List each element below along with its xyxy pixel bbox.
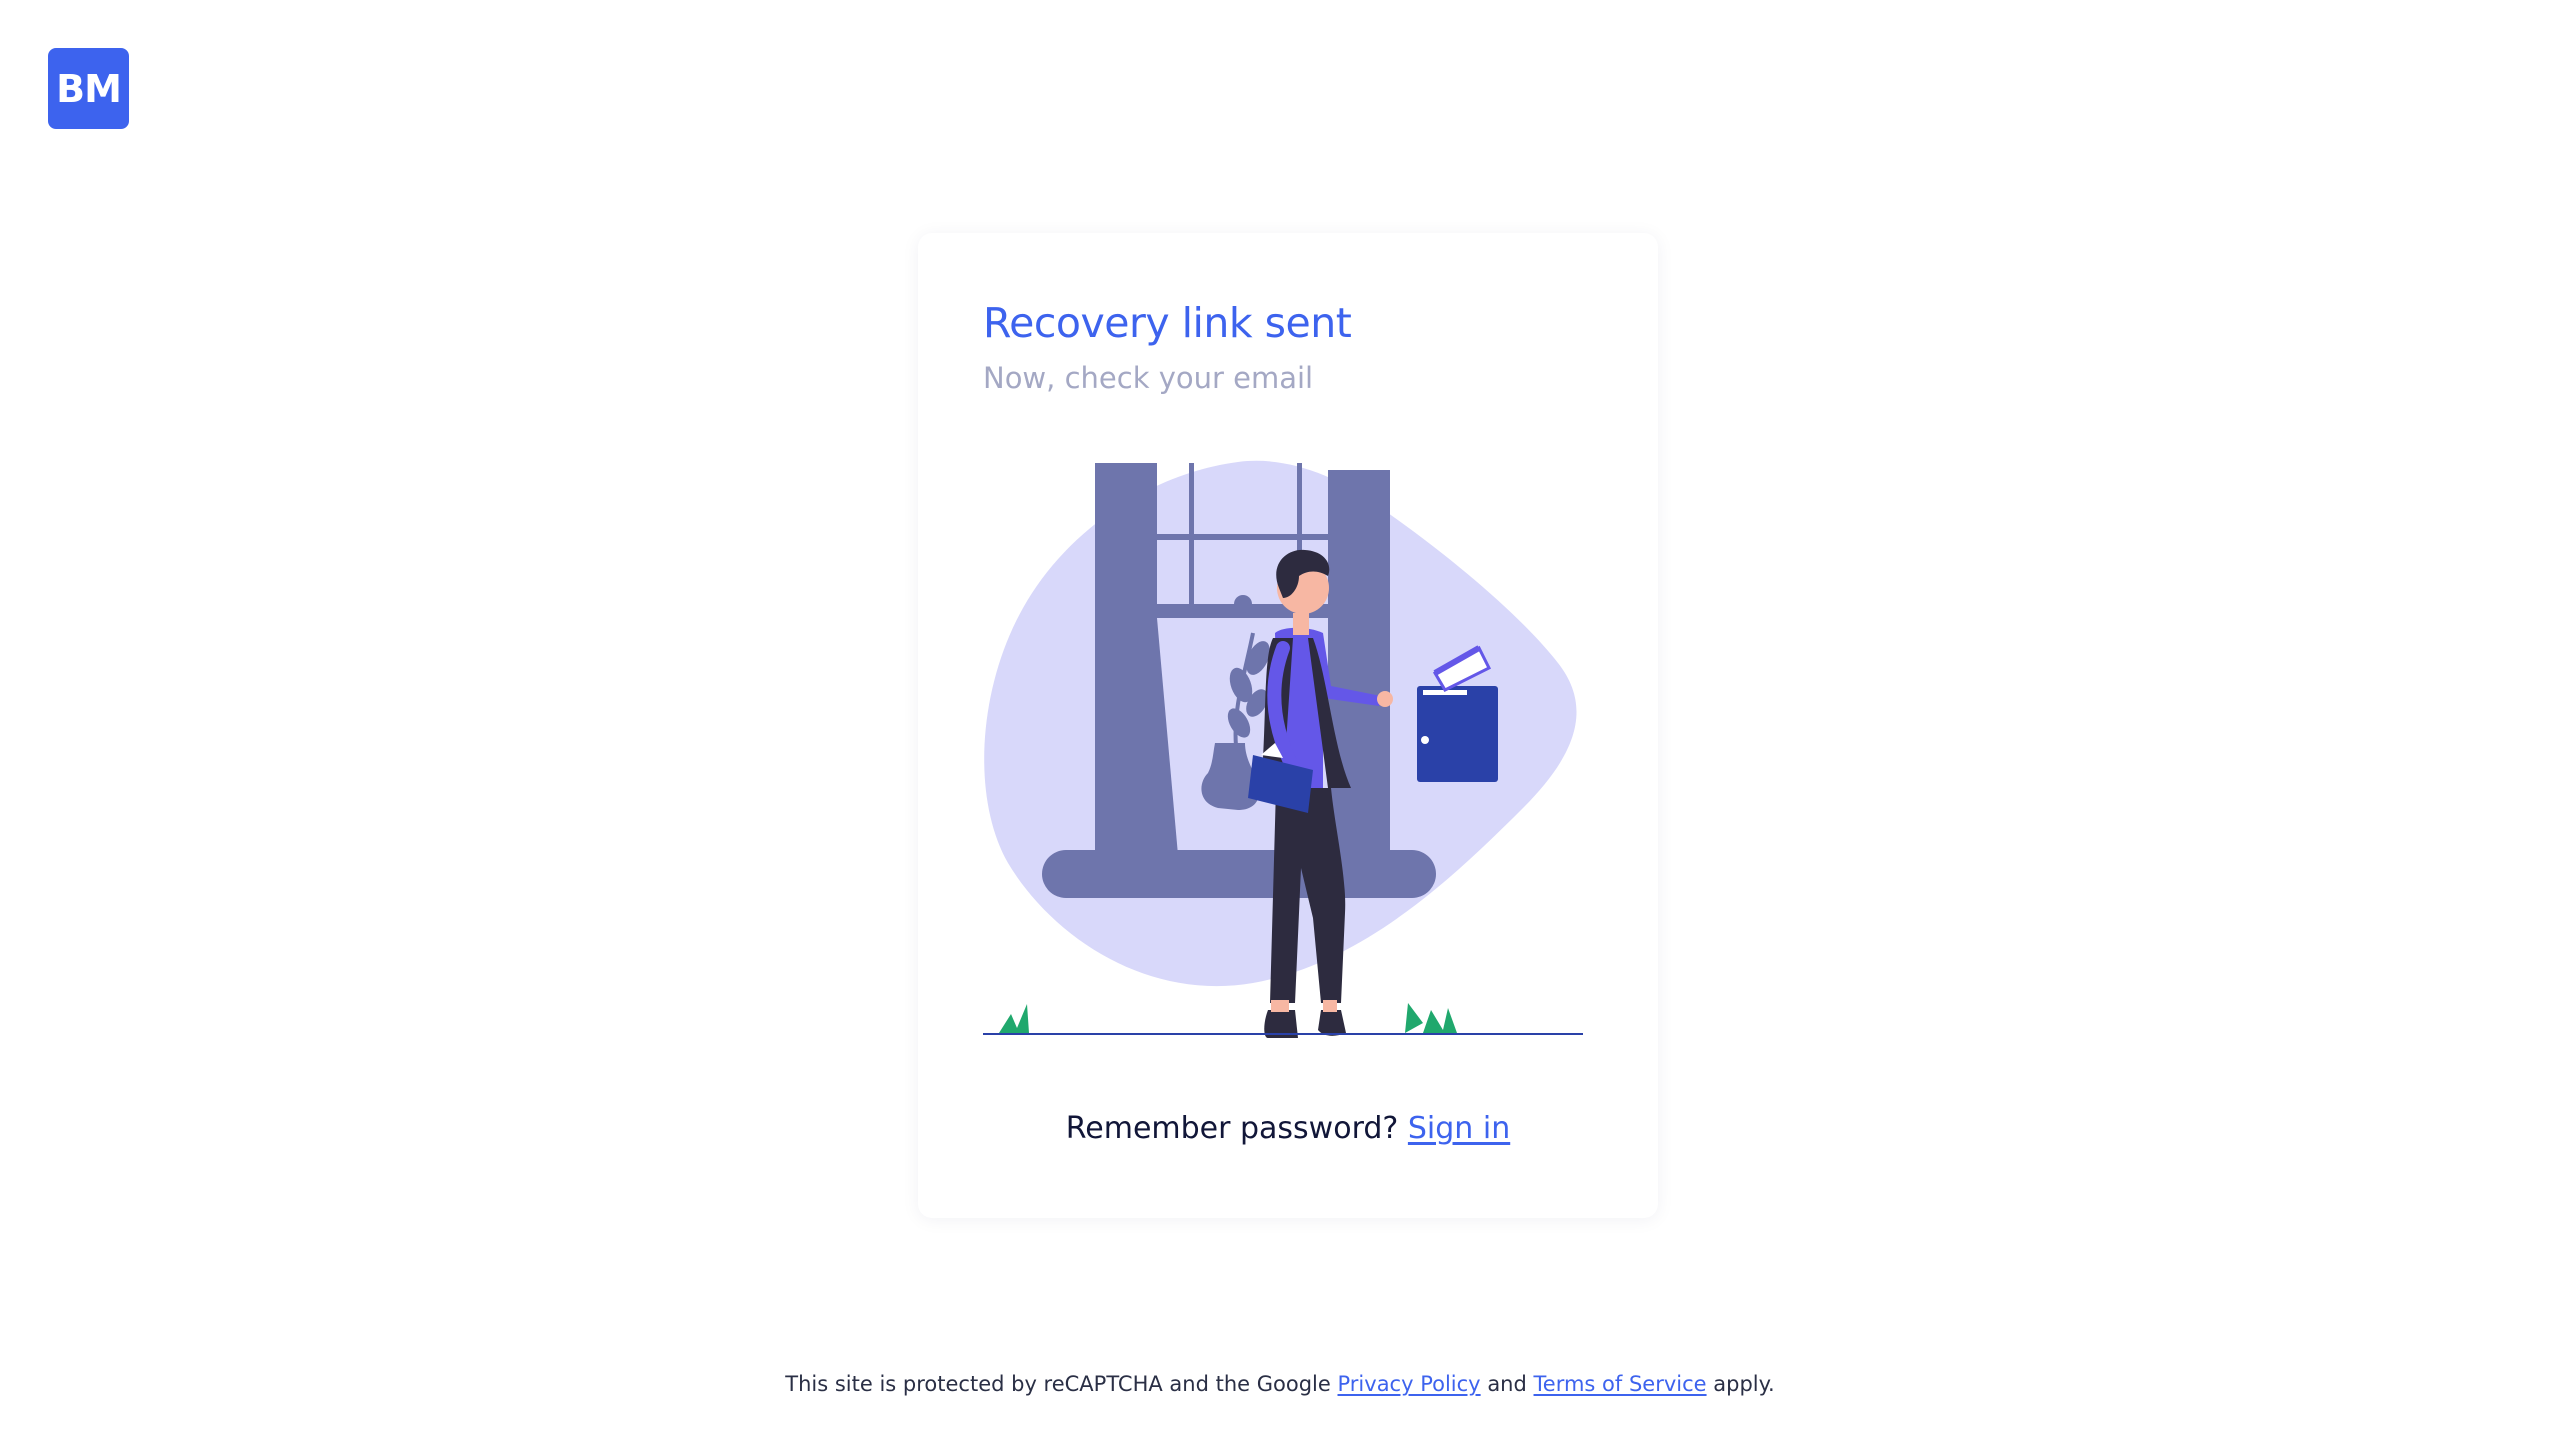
mailbox — [1417, 686, 1498, 782]
logo-text: BM — [56, 66, 122, 111]
remember-text: Remember password? — [1065, 1111, 1399, 1146]
remember-row: Remember password? Sign in — [918, 1111, 1658, 1146]
person-legs — [1270, 788, 1346, 1003]
window-grid-h — [1157, 534, 1328, 540]
card-title: Recovery link sent — [983, 299, 1352, 347]
terms-of-service-link[interactable]: Terms of Service — [1534, 1372, 1707, 1396]
page: BM Recovery link sent Now, check your em… — [0, 0, 2560, 1440]
recovery-card: Recovery link sent Now, check your email — [918, 233, 1658, 1218]
logo-link[interactable]: BM — [48, 48, 129, 129]
grass-middle — [1405, 1003, 1423, 1033]
signin-link[interactable]: Sign in — [1408, 1111, 1510, 1146]
grass-left — [999, 1004, 1029, 1033]
privacy-policy-link[interactable]: Privacy Policy — [1338, 1372, 1481, 1396]
window-frame-left — [1095, 463, 1157, 855]
footer-suffix: apply. — [1713, 1372, 1775, 1396]
grass-right — [1423, 1008, 1457, 1033]
recaptcha-footer: This site is protected by reCAPTCHA and … — [0, 1372, 2560, 1396]
footer-prefix: This site is protected by reCAPTCHA and … — [785, 1372, 1331, 1396]
window-frame-right — [1328, 470, 1390, 855]
window-sill — [1042, 850, 1436, 898]
footer-and: and — [1487, 1372, 1527, 1396]
mailbox-person-illustration — [983, 460, 1583, 1038]
card-subtitle: Now, check your email — [983, 361, 1314, 395]
shoe-right — [1318, 1010, 1346, 1036]
